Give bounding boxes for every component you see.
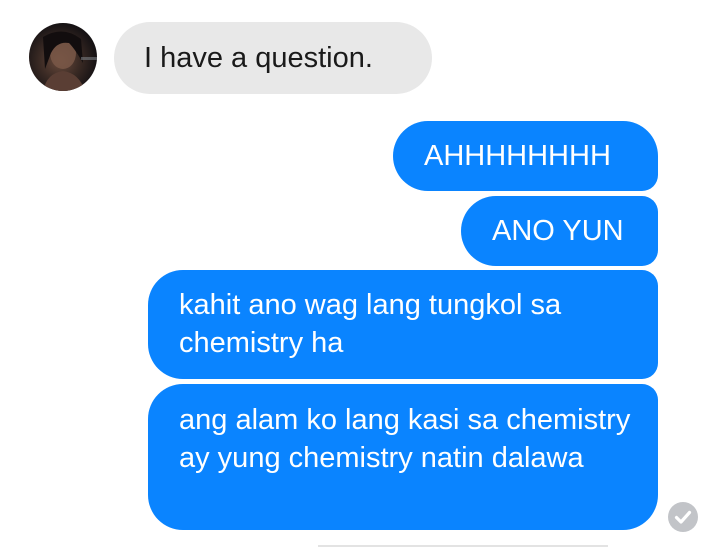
outgoing-message-bubble[interactable]: ANO YUN (461, 196, 658, 266)
outgoing-message-bubble[interactable]: AHHHHHHHH (393, 121, 658, 191)
incoming-message-bubble[interactable]: I have a question. (114, 22, 432, 94)
outgoing-message-bubble[interactable]: ang alam ko lang kasi sa chemistry ay yu… (148, 384, 658, 530)
contact-avatar[interactable] (29, 23, 97, 91)
outgoing-message-bubble[interactable]: kahit ano wag lang tungkol sa chemistry … (148, 270, 658, 379)
avatar-photo (43, 31, 97, 91)
check-circle-icon (668, 502, 698, 532)
